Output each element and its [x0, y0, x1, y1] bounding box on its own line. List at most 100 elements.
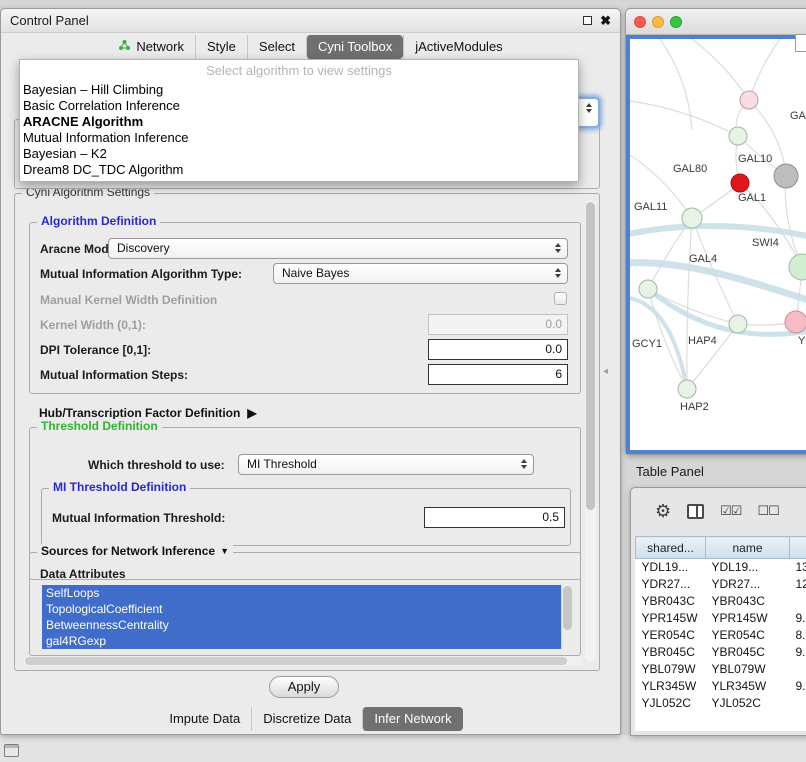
zoom-traffic-light-icon[interactable]	[670, 16, 682, 28]
panel-divider-arrow[interactable]: ◂	[603, 366, 608, 377]
node-label-gal11: GAL11	[634, 201, 667, 213]
table-row[interactable]: YLR345WYLR345W9.	[636, 678, 806, 695]
tab-discretize-data[interactable]: Discretize Data	[251, 707, 362, 731]
node-green-1[interactable]	[729, 127, 747, 145]
mi-steps-field[interactable]: 6	[428, 364, 568, 385]
table-cell: YBL079W	[636, 661, 706, 678]
network-window-titlebar[interactable]	[626, 9, 806, 35]
network-edge[interactable]	[687, 324, 738, 389]
table-row[interactable]: YBL079WYBL079W	[636, 661, 806, 678]
network-edge[interactable]	[660, 39, 692, 129]
algorithm-definition-group: Algorithm Definition Aracne Mode: Discov…	[29, 222, 581, 394]
deselect-all-columns-icon[interactable]: ☐☐	[757, 503, 778, 519]
tab-infer-network[interactable]: Infer Network	[362, 707, 462, 731]
table-cell: 12	[790, 576, 806, 593]
table-row[interactable]: YBR045CYBR045C9.	[636, 644, 806, 661]
tab-label: Network	[136, 39, 184, 55]
dropdown-option-bayesian-k2[interactable]: Bayesian – K2	[20, 146, 578, 162]
tab-select[interactable]: Select	[247, 35, 306, 59]
settings-horizontal-scrollbar[interactable]	[23, 656, 583, 666]
minimized-window-icon[interactable]	[4, 744, 19, 757]
attribute-item-selfloops[interactable]: SelfLoops	[42, 585, 561, 601]
tab-style[interactable]: Style	[195, 35, 247, 59]
network-edge-highlighted[interactable]	[648, 289, 806, 334]
network-edge[interactable]	[692, 39, 749, 100]
node-green-2[interactable]	[682, 208, 702, 228]
dropdown-option-mutual-information-inference[interactable]: Mutual Information Inference	[20, 130, 578, 146]
dropdown-option-dream8-dc-tdc-algorithm[interactable]: Dream8 DC_TDC Algorithm	[20, 162, 578, 178]
list-scrollbar[interactable]	[561, 585, 573, 649]
select-all-columns-icon[interactable]: ☑☑	[720, 503, 741, 519]
settings-vertical-scrollbar-thumb[interactable]	[586, 202, 595, 510]
network-edge[interactable]	[687, 218, 692, 389]
network-tab-icon	[118, 39, 131, 55]
settings-vertical-scrollbar[interactable]	[585, 200, 596, 662]
mi-threshold-field[interactable]: 0.5	[424, 507, 565, 528]
table-row[interactable]: YBR043CYBR043C	[636, 593, 806, 610]
network-canvas[interactable]: GALGAL80GAL10GAL11GAL1SWI4GAL4GCY1HAP4HA…	[626, 35, 806, 454]
show-columns-icon[interactable]	[687, 504, 704, 519]
attribute-item-betweennesscentrality[interactable]: BetweennessCentrality	[42, 617, 561, 633]
node-label-swi4: SWI4	[752, 237, 779, 249]
network-edge[interactable]	[749, 39, 780, 100]
sources-group-title: Sources for Network Inference	[41, 544, 215, 558]
node-pink-top[interactable]	[740, 91, 758, 109]
table-row[interactable]: YDL19...YDL19...13	[636, 559, 806, 576]
tab-impute-data[interactable]: Impute Data	[158, 707, 251, 731]
node-green-4[interactable]	[729, 315, 747, 333]
network-edge[interactable]	[630, 101, 738, 136]
dropdown-option-aracne-algorithm[interactable]: ARACNE Algorithm	[20, 114, 578, 130]
combo-arrows-icon	[586, 103, 592, 113]
settings-gear-icon[interactable]: ⚙	[655, 501, 671, 522]
close-icon[interactable]: ✖	[600, 14, 611, 27]
tab-jactivemodules[interactable]: jActiveModules	[403, 35, 513, 59]
apply-button[interactable]: Apply	[269, 676, 339, 698]
dropdown-option-basic-correlation-inference[interactable]: Basic Correlation Inference	[20, 98, 578, 114]
tab-cyni-toolbox[interactable]: Cyni Toolbox	[306, 35, 403, 59]
hub-section-toggle[interactable]: Hub/Transcription Factor Definition ▶	[39, 406, 257, 420]
float-window-icon[interactable]	[583, 16, 592, 25]
mi-threshold-group-title: MI Threshold Definition	[49, 480, 190, 494]
table-cell: 9.	[790, 644, 806, 661]
control-panel-window: Control Panel ✖ Network StyleSelect Cyni T…	[0, 8, 621, 735]
column-header-name[interactable]: name	[706, 537, 790, 559]
node-gray[interactable]	[774, 164, 798, 188]
network-edge[interactable]	[785, 176, 802, 267]
close-traffic-light-icon[interactable]	[634, 16, 646, 28]
node-pink-right[interactable]	[785, 311, 806, 333]
table-cell	[790, 661, 806, 678]
combo-arrows-icon	[555, 268, 561, 278]
node-green-3[interactable]	[639, 280, 657, 298]
control-panel-titlebar[interactable]: Control Panel ✖	[1, 9, 620, 33]
node-table-body: YDL19...YDL19...13YDR27...YDR27...12YBR0…	[636, 559, 806, 712]
mi-threshold-label: Mutual Information Threshold:	[52, 511, 225, 525]
column-header-shared-name[interactable]: shared...	[636, 537, 706, 559]
node-green-5[interactable]	[678, 380, 696, 398]
attribute-item-gal4rgexp[interactable]: gal4RGexp	[42, 633, 561, 649]
dropdown-option-bayesian-hill-climbing[interactable]: Bayesian – Hill Climbing	[20, 82, 578, 98]
table-row[interactable]: YDR27...YDR27...12	[636, 576, 806, 593]
table-row[interactable]: YJL052CYJL052C	[636, 695, 806, 712]
list-scrollbar-thumb[interactable]	[563, 586, 572, 630]
table-cell: YDL19...	[636, 559, 706, 576]
network-edge-highlighted[interactable]	[630, 226, 806, 241]
attribute-item-topologicalcoefficient[interactable]: TopologicalCoefficient	[42, 601, 561, 617]
node-red[interactable]	[731, 174, 749, 192]
table-row[interactable]: YER054CYER054C8.	[636, 627, 806, 644]
column-header-extra[interactable]	[790, 537, 806, 559]
dpi-tolerance-field[interactable]: 0.0	[428, 339, 568, 360]
which-threshold-combobox[interactable]: MI Threshold	[238, 454, 534, 475]
node-label-gcy1: GCY1	[632, 338, 662, 350]
sources-group-toggle[interactable]: Sources for Network Inference ▼	[37, 544, 233, 558]
aracne-mode-combobox[interactable]: Discovery	[108, 238, 568, 259]
mi-algorithm-type-combobox[interactable]: Naive Bayes	[273, 263, 568, 284]
dropdown-options: Bayesian – Hill ClimbingBasic Correlatio…	[20, 82, 578, 178]
manual-kernel-checkbox[interactable]	[554, 292, 567, 305]
tab-label: Cyni Toolbox	[318, 39, 392, 55]
settings-horizontal-scrollbar-thumb[interactable]	[25, 657, 567, 665]
minimize-traffic-light-icon[interactable]	[652, 16, 664, 28]
table-cell: 13	[790, 559, 806, 576]
table-row[interactable]: YPR145WYPR145W9.	[636, 610, 806, 627]
node-green-large[interactable]	[789, 254, 806, 280]
tab-network[interactable]: Network	[107, 35, 195, 59]
